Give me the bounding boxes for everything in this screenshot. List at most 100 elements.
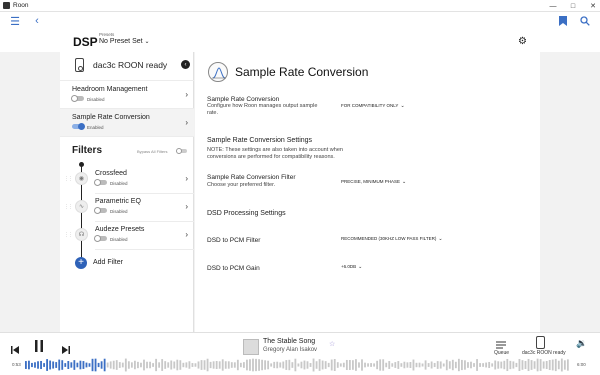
dsp-sidebar: dac3c ROON ready ‹ Headroom Management D… <box>60 52 194 332</box>
filter-toggle[interactable] <box>94 206 107 214</box>
filter-heading: Sample Rate Conversion Filter <box>207 174 296 181</box>
gear-icon[interactable]: ⚙ <box>518 36 527 47</box>
chevron-right-icon: › <box>185 90 188 99</box>
time-elapsed: 0:53 <box>12 362 21 367</box>
bookmark-icon[interactable] <box>556 14 570 28</box>
src-desc-line: Configure how Roon manages output sample <box>207 103 318 109</box>
top-navbar: ☰ ‹ <box>0 12 600 32</box>
zone-label[interactable]: dac3c ROON ready <box>522 350 566 356</box>
back-icon[interactable]: ‹ <box>30 14 44 28</box>
toggle-state: Disabled <box>87 96 105 102</box>
headroom-toggle[interactable] <box>71 94 84 102</box>
crossfeed-icon: ◉ <box>75 172 88 185</box>
track-artist[interactable]: Gregory Alan Isakov <box>263 347 317 353</box>
eq-icon: ∿ <box>75 200 88 213</box>
src-desc-line: rate. <box>207 110 219 116</box>
presets-label: Presets <box>99 32 115 37</box>
pause-icon[interactable] <box>34 339 44 357</box>
filters-header: Filters <box>72 145 103 156</box>
add-filter-button[interactable]: + <box>75 257 87 269</box>
window-title: Roon <box>13 2 29 9</box>
toggle-state: Disabled <box>110 180 128 186</box>
filter-item-audeze-presets[interactable]: ⋮⋮ ☊ Audeze Presets Disabled › <box>60 221 194 249</box>
chevron-down-icon: ⌄ <box>144 39 150 45</box>
add-filter-label[interactable]: Add Filter <box>93 259 123 266</box>
src-toggle[interactable] <box>72 122 85 130</box>
right-gutter <box>540 52 600 332</box>
settings-note: NOTE: These settings are also taken into… <box>207 147 343 161</box>
sidebar-item-sample-rate-conversion[interactable]: Sample Rate Conversion Enabled › <box>60 108 194 136</box>
previous-icon[interactable] <box>11 341 19 359</box>
toggle-state: Disabled <box>110 236 128 242</box>
dsd-pcm-gain-label: DSD to PCM Gain <box>207 265 260 272</box>
src-heading: Sample Rate Conversion <box>207 96 280 103</box>
player-bar: The Stable Song Gregory Alan Isakov ☆ Qu… <box>0 332 600 375</box>
note-line: conversions are performed for compatibil… <box>207 154 335 160</box>
note-line: NOTE: These settings are also taken into… <box>207 147 343 153</box>
time-total: 6:00 <box>577 362 586 367</box>
device-name: dac3c ROON ready <box>93 60 168 70</box>
dsd-pcm-gain-dropdown[interactable]: +6.0DB ⌄ <box>341 264 362 270</box>
drag-handle-icon[interactable]: ⋮⋮ <box>64 176 73 182</box>
bypass-toggle[interactable] <box>176 147 187 154</box>
src-filter-value: PRECISE, MINIMUM PHASE <box>341 179 401 184</box>
page-title: DSP <box>73 35 98 49</box>
dsd-pcm-filter-label: DSD to PCM Filter <box>207 237 261 244</box>
track-title[interactable]: The Stable Song <box>263 338 315 345</box>
zone-speaker-icon[interactable] <box>536 336 545 349</box>
toggle-state: Enabled <box>87 124 104 130</box>
src-mode-dropdown[interactable]: FOR COMPATIBILITY ONLY ⌄ <box>341 103 405 109</box>
filter-label: Parametric EQ <box>95 198 141 205</box>
dsd-pcm-filter-value: RECOMMENDED (30KHZ LOW PASS FILTER) <box>341 236 437 241</box>
src-filter-dropdown[interactable]: PRECISE, MINIMUM PHASE ⌄ <box>341 179 406 185</box>
queue-label[interactable]: Queue <box>494 350 509 356</box>
dsd-pcm-filter-dropdown[interactable]: RECOMMENDED (30KHZ LOW PASS FILTER) ⌄ <box>341 236 443 242</box>
filter-toggle[interactable] <box>94 234 107 242</box>
chevron-right-icon: › <box>185 230 188 239</box>
close-icon[interactable]: ✕ <box>583 0 600 12</box>
bypass-label: Bypass All Filters <box>137 149 168 154</box>
sidebar-item-label: Sample Rate Conversion <box>72 114 150 121</box>
drag-handle-icon[interactable]: ⋮⋮ <box>64 204 73 210</box>
divider <box>95 249 194 250</box>
sample-rate-icon <box>208 62 228 82</box>
drag-handle-icon[interactable]: ⋮⋮ <box>64 232 73 238</box>
filter-label: Audeze Presets <box>95 226 145 233</box>
volume-icon[interactable]: 🔉 <box>576 338 587 349</box>
chevron-right-icon: › <box>185 118 188 127</box>
collapse-icon[interactable]: ‹ <box>181 60 190 69</box>
presets-value: No Preset Set <box>99 38 143 45</box>
divider <box>60 136 194 137</box>
queue-icon[interactable] <box>496 338 508 349</box>
device-row: dac3c ROON ready ‹ <box>60 52 194 80</box>
headphones-icon: ☊ <box>75 228 88 241</box>
chevron-right-icon: › <box>185 202 188 211</box>
album-art[interactable] <box>243 339 259 355</box>
presets-dropdown[interactable]: No Preset Set ⌄ <box>99 38 150 45</box>
filter-item-crossfeed[interactable]: ⋮⋮ ◉ Crossfeed Disabled › <box>60 165 194 193</box>
waveform-seekbar[interactable] <box>25 357 570 373</box>
speaker-icon <box>75 58 84 72</box>
filter-label: Crossfeed <box>95 170 127 177</box>
chevron-down-icon: ⌄ <box>400 103 405 109</box>
settings-heading: Sample Rate Conversion Settings <box>207 137 313 144</box>
chevron-right-icon: › <box>185 174 188 183</box>
settings-panel: Sample Rate Conversion Sample Rate Conve… <box>195 52 540 332</box>
src-mode-value: FOR COMPATIBILITY ONLY <box>341 103 399 108</box>
left-gutter <box>0 52 60 332</box>
favorite-icon[interactable]: ☆ <box>329 340 335 348</box>
maximize-icon[interactable]: □ <box>563 0 583 12</box>
panel-title: Sample Rate Conversion <box>235 65 369 79</box>
search-icon[interactable] <box>578 14 592 28</box>
filter-description: Choose your preferred filter. <box>207 182 276 188</box>
chevron-down-icon: ⌄ <box>438 236 443 242</box>
dsp-header: DSP Presets No Preset Set ⌄ ⚙ <box>0 32 600 52</box>
sidebar-item-headroom[interactable]: Headroom Management Disabled › <box>60 80 194 108</box>
hamburger-icon[interactable]: ☰ <box>8 14 22 28</box>
filter-toggle[interactable] <box>94 178 107 186</box>
minimize-icon[interactable]: — <box>543 0 563 12</box>
dsd-pcm-gain-value: +6.0DB <box>341 264 357 269</box>
filter-item-parametric-eq[interactable]: ⋮⋮ ∿ Parametric EQ Disabled › <box>60 193 194 221</box>
roon-app-icon <box>3 2 10 9</box>
chevron-down-icon: ⌄ <box>358 264 363 270</box>
